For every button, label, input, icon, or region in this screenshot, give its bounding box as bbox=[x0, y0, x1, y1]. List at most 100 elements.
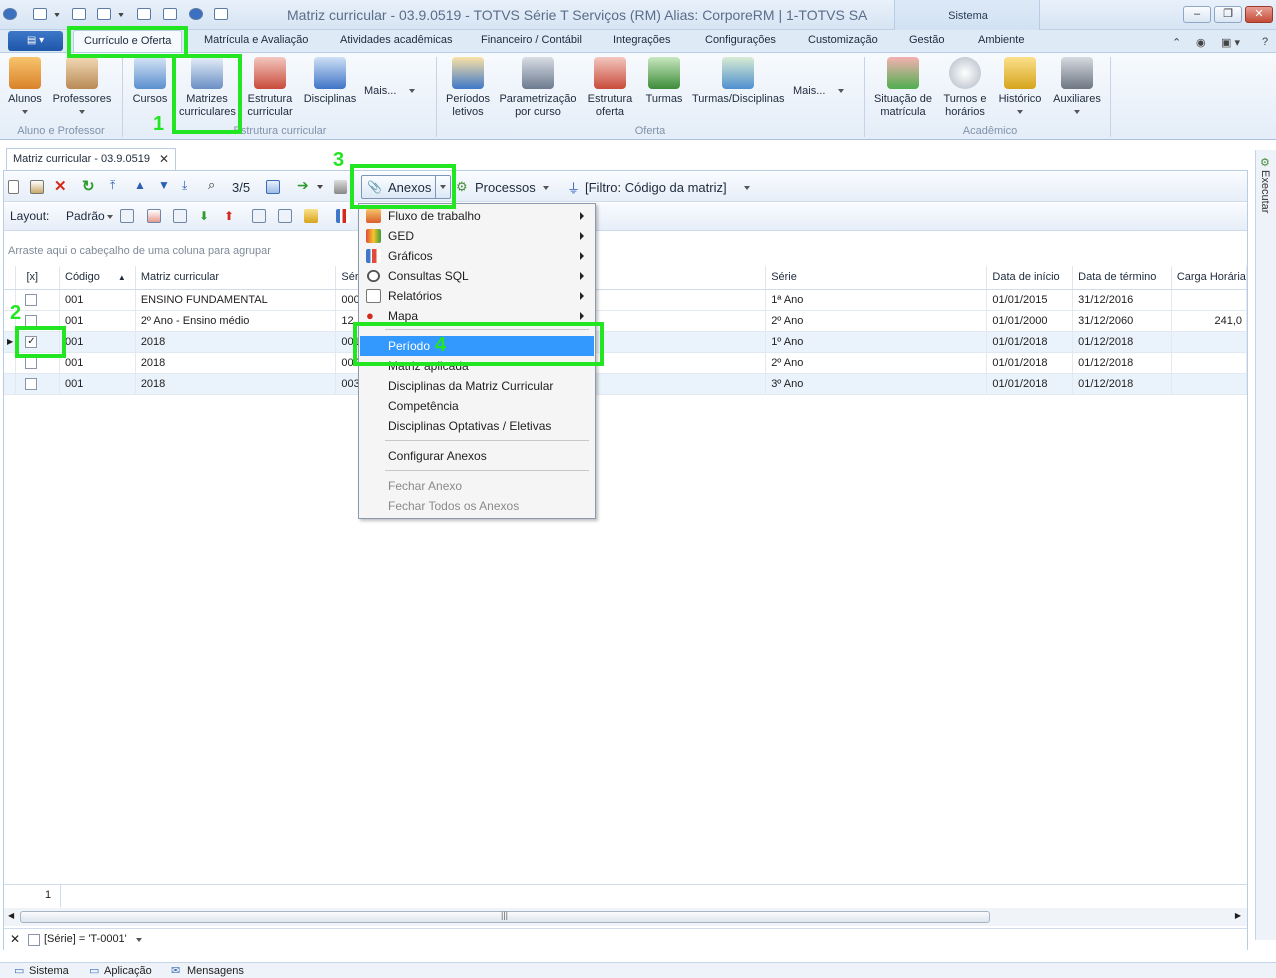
table-row[interactable]: 001 2º Ano - Ensino médio 12 2º Ano 01/0… bbox=[4, 310, 1248, 332]
document-tab[interactable]: Matriz curricular - 03.9.0519 ✕ bbox=[6, 148, 176, 170]
turnos-horarios-button[interactable]: Turnos e horários bbox=[940, 57, 990, 119]
row-checkbox[interactable] bbox=[15, 373, 60, 395]
quick-access-icon[interactable] bbox=[163, 8, 177, 20]
turmas-disciplinas-button[interactable]: Turmas/Disciplinas bbox=[692, 57, 785, 106]
checkbox[interactable] bbox=[25, 356, 38, 369]
cursos-button[interactable]: Cursos bbox=[128, 57, 172, 106]
grid-view-icon[interactable] bbox=[266, 180, 280, 194]
horizontal-scrollbar[interactable]: ◀ ||| ▶ bbox=[4, 908, 1247, 926]
restore-button[interactable]: ❐ bbox=[1214, 6, 1242, 23]
table-row[interactable]: 001 2018 003 3º Ano 01/01/2018 01/12/201… bbox=[4, 373, 1248, 395]
chevron-down-icon[interactable] bbox=[744, 186, 750, 190]
situacao-matricula-button[interactable]: Situação de matrícula bbox=[870, 57, 936, 119]
mais-button-1[interactable]: Mais... bbox=[364, 85, 424, 98]
quick-access-icon[interactable] bbox=[214, 8, 228, 20]
gear-icon[interactable]: ⚙ bbox=[1260, 156, 1270, 169]
processos-button[interactable]: Processos bbox=[475, 180, 536, 195]
status-sistema[interactable]: Sistema bbox=[29, 965, 69, 977]
chart-icon[interactable] bbox=[336, 209, 350, 223]
chevron-down-icon[interactable] bbox=[118, 13, 124, 17]
binoculars-icon[interactable]: ⌕ bbox=[208, 177, 222, 192]
menu-item-fluxo-trabalho[interactable]: Fluxo de trabalho bbox=[360, 206, 594, 226]
first-record-icon[interactable]: ⤒ bbox=[110, 178, 124, 192]
previous-record-icon[interactable]: ▲ bbox=[134, 178, 148, 192]
window-layout-icon[interactable]: ▣ ▾ bbox=[1221, 36, 1240, 49]
chevron-down-icon[interactable] bbox=[543, 186, 549, 190]
mais-button-2[interactable]: Mais... bbox=[793, 85, 855, 98]
scroll-left-icon[interactable]: ◀ bbox=[8, 911, 14, 920]
close-icon[interactable]: ✕ bbox=[159, 152, 169, 166]
help-icon[interactable]: ? bbox=[1262, 36, 1268, 48]
column-header-data-termino[interactable]: Data de término bbox=[1072, 266, 1172, 290]
application-menu-button[interactable]: ▤ ▾ bbox=[8, 31, 63, 51]
status-aplicacao[interactable]: Aplicação bbox=[104, 965, 152, 977]
parametrizacao-curso-button[interactable]: Parametrização por curso bbox=[498, 57, 578, 119]
menu-item-relatorios[interactable]: Relatórios bbox=[360, 286, 594, 306]
menu-item-disciplinas-optativas[interactable]: Disciplinas Optativas / Eletivas bbox=[360, 416, 594, 436]
chevron-down-icon[interactable] bbox=[54, 13, 60, 17]
export-icon[interactable]: ➔ bbox=[297, 177, 311, 193]
disciplinas-button[interactable]: Disciplinas bbox=[302, 57, 358, 106]
layout-icon[interactable] bbox=[278, 209, 292, 223]
layout-icon[interactable] bbox=[120, 209, 134, 223]
executar-tab[interactable]: Executar bbox=[1259, 170, 1271, 213]
column-header-codigo[interactable]: Código ▲ bbox=[59, 266, 136, 290]
new-record-icon[interactable] bbox=[8, 180, 19, 194]
chevron-down-icon[interactable] bbox=[107, 215, 113, 219]
tab-ambiente[interactable]: Ambiente bbox=[978, 34, 1024, 46]
alunos-button[interactable]: Alunos bbox=[4, 57, 46, 119]
filter-enabled-checkbox[interactable] bbox=[28, 934, 40, 946]
tab-gestao[interactable]: Gestão bbox=[909, 34, 944, 46]
table-row[interactable]: 001 ENSINO FUNDAMENTAL 000 1ª Ano 01/01/… bbox=[4, 289, 1248, 311]
professores-button[interactable]: Professores bbox=[50, 57, 114, 119]
row-checkbox[interactable] bbox=[15, 289, 60, 311]
menu-item-competencia[interactable]: Competência bbox=[360, 396, 594, 416]
globe-icon[interactable]: ◉ bbox=[1196, 36, 1206, 49]
menu-item-graficos[interactable]: Gráficos bbox=[360, 246, 594, 266]
table-row[interactable]: 001 2018 002 2º Ano 01/01/2018 01/12/201… bbox=[4, 352, 1248, 374]
tab-integracoes[interactable]: Integrações bbox=[613, 34, 670, 46]
periodos-letivos-button[interactable]: Períodos letivos bbox=[442, 57, 494, 119]
minimize-button[interactable]: – bbox=[1183, 6, 1211, 23]
edit-icon[interactable] bbox=[30, 180, 44, 194]
app-orb-icon[interactable] bbox=[3, 8, 17, 20]
next-record-icon[interactable]: ▼ bbox=[158, 178, 172, 192]
column-header-serie[interactable]: Série bbox=[765, 266, 988, 290]
menu-item-ged[interactable]: GED bbox=[360, 226, 594, 246]
download-icon[interactable]: ⬇ bbox=[199, 209, 213, 223]
auxiliares-button[interactable]: Auxiliares bbox=[1050, 57, 1104, 119]
layout-icon[interactable] bbox=[252, 209, 266, 223]
table-row[interactable]: ▶ ✓ 001 2018 001 1º Ano 01/01/2018 01/12… bbox=[4, 331, 1248, 353]
column-header-select[interactable]: [x] bbox=[15, 266, 60, 290]
layout-selector[interactable]: Padrão bbox=[66, 209, 105, 223]
layout-icon[interactable] bbox=[173, 209, 187, 223]
quick-access-icon[interactable] bbox=[97, 8, 111, 20]
filter-icon[interactable]: ⏚ bbox=[567, 178, 580, 197]
historico-button[interactable]: Histórico bbox=[994, 57, 1046, 119]
quick-access-icon[interactable] bbox=[137, 8, 151, 20]
layout-icon[interactable] bbox=[147, 209, 161, 223]
turmas-button[interactable]: Turmas bbox=[640, 57, 688, 106]
tab-financeiro-contabil[interactable]: Financeiro / Contábil bbox=[481, 34, 582, 46]
menu-item-disciplinas-matriz[interactable]: Disciplinas da Matriz Curricular bbox=[360, 376, 594, 396]
tab-configuracoes[interactable]: Configurações bbox=[705, 34, 776, 46]
quick-access-icon[interactable] bbox=[33, 8, 47, 20]
globe-icon[interactable] bbox=[189, 8, 203, 20]
chevron-down-icon[interactable] bbox=[317, 185, 323, 189]
status-mensagens[interactable]: Mensagens bbox=[187, 965, 244, 977]
tab-customizacao[interactable]: Customização bbox=[808, 34, 878, 46]
delete-icon[interactable]: ✕ bbox=[54, 177, 68, 195]
last-record-icon[interactable]: ⤓ bbox=[182, 178, 196, 192]
filter-button[interactable]: [Filtro: Código da matriz] bbox=[585, 180, 727, 195]
refresh-icon[interactable]: ↻ bbox=[82, 177, 96, 195]
checkbox[interactable] bbox=[25, 314, 38, 327]
quick-access-icon[interactable] bbox=[72, 8, 86, 20]
column-header-data-inicio[interactable]: Data de início bbox=[986, 266, 1074, 290]
print-icon[interactable] bbox=[334, 180, 347, 194]
upload-icon[interactable]: ⬆ bbox=[224, 209, 238, 223]
layout-icon[interactable] bbox=[304, 209, 318, 223]
column-header-matriz[interactable]: Matriz curricular bbox=[135, 266, 337, 290]
estrutura-curricular-button[interactable]: Estrutura curricular bbox=[242, 57, 298, 119]
checkbox[interactable] bbox=[25, 377, 38, 390]
filter-expression[interactable]: [Série] = 'T-0001' bbox=[44, 933, 127, 945]
